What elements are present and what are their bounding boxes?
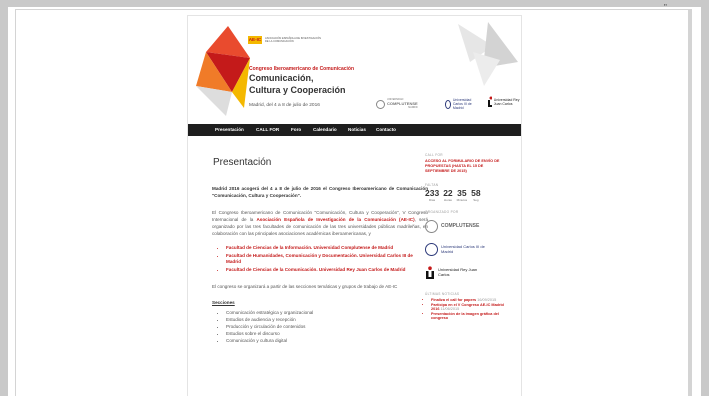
main-nav: Presentación CALL FOR Foro Calendario No… (188, 124, 521, 136)
countdown-label: FALTAN (425, 183, 439, 187)
org-uc3m[interactable]: Universidad Carlos III de Madrid (425, 243, 505, 256)
call-for-label: CALL FOR (425, 153, 443, 157)
sections-intro: El congreso se organizará a partir de la… (212, 284, 398, 289)
org-uc3m-name: Universidad Carlos III de Madrid (441, 244, 485, 254)
countdown: 233 Días 22 Horas 35 Minutos 58 Seg (425, 188, 505, 203)
faculty-link[interactable]: Facultad de Humanidades, Comunicación y … (226, 253, 428, 266)
news-title[interactable]: Finaliza el call for papers (431, 298, 476, 302)
urjc-logo[interactable]: Universidad Rey Juan Carlos (487, 96, 521, 107)
uc3m-name: Universidad Carlos III de Madrid (452, 98, 472, 110)
org-complutense[interactable]: COMPLUTENSE (425, 220, 505, 233)
call-for-link[interactable]: ACCESO AL FORMULARIO DE ENVÍO DE PROPUES… (425, 159, 505, 174)
complutense-seal-icon (425, 220, 438, 233)
list-item: Comunicación y cultura digital (226, 337, 428, 344)
countdown-minutes: 35 Minutos (456, 188, 468, 203)
faculty-link[interactable]: Facultad de Ciencias de la Información. … (226, 245, 428, 252)
countdown-unit: Días (429, 198, 436, 202)
list-item: Producción y circulación de contenidos (226, 323, 428, 330)
news-date: 16/09/2015 (477, 298, 497, 302)
news-item[interactable]: Participa en el V Congreso AE-IC Madrid … (431, 303, 505, 312)
countdown-value: 233 (425, 188, 440, 198)
noticias-label: ÚLTIMAS NOTICIAS (425, 292, 460, 296)
countdown-days: 233 Días (425, 188, 440, 203)
list-item: Comunicación estratégica y organizaciona… (226, 309, 428, 316)
secciones-heading: Secciones (212, 300, 235, 305)
main-content: Presentación Madrid 2016 acogerá del 4 a… (212, 142, 428, 344)
nav-contacto[interactable]: Contacto (376, 127, 396, 132)
complutense-seal-icon (376, 99, 385, 109)
org-complutense-name: COMPLUTENSE (441, 223, 480, 230)
uc3m-seal-icon (445, 99, 451, 109)
web-page: AE-IC ASOCIACIÓN ESPAÑOLA DE INVESTIGACI… (188, 16, 521, 396)
news-title[interactable]: Presentación de la imagen gráfica del co… (431, 312, 499, 321)
countdown-seconds: 58 Seg (471, 188, 481, 203)
page-title: Presentación (213, 157, 272, 168)
sidebar: CALL FOR ACCESO AL FORMULARIO DE ENVÍO D… (425, 153, 505, 321)
lead-paragraph: Madrid 2016 acogerá del 4 a 8 de julio d… (212, 186, 428, 198)
urjc-name: Universidad Rey Juan Carlos (493, 97, 520, 106)
news-list: Finaliza el call for papers 16/09/2015 P… (425, 298, 505, 321)
congress-label: Congreso Iberoamericano de Comunicación (249, 66, 355, 72)
list-item: Estudios sobre el discurso (226, 330, 428, 337)
org-urjc[interactable]: Universidad Rey Juan Carlos (425, 266, 505, 279)
site-header: AE-IC ASOCIACIÓN ESPAÑOLA DE INVESTIGACI… (188, 16, 521, 124)
nav-foro[interactable]: Foro (291, 127, 301, 132)
countdown-unit: Minutos (456, 198, 468, 202)
complutense-city: MADRID (408, 106, 418, 109)
complutense-logo[interactable]: UNIVERSIDAD COMPLUTENSE MADRID (376, 98, 418, 110)
site-title-line2: Cultura y Cooperación (249, 85, 346, 95)
uc3m-logo[interactable]: Universidad Carlos III de Madrid (445, 98, 480, 110)
site-title-line1: Comunicación, (249, 73, 314, 83)
countdown-hours: 22 Horas (443, 188, 453, 203)
countdown-value: 22 (443, 188, 453, 198)
aeic-logo[interactable]: AE-IC (248, 36, 262, 44)
aeic-logo-text: ASOCIACIÓN ESPAÑOLA DE INVESTIGACIÓN DE … (265, 37, 322, 43)
countdown-unit: Seg (473, 198, 479, 202)
faculty-link[interactable]: Facultad de Ciencias de la Comunicación.… (226, 267, 428, 274)
news-item[interactable]: Presentación de la imagen gráfica del co… (431, 312, 505, 321)
list-item: Estudios de audiencia y recepción (226, 316, 428, 323)
news-date: 11/06/2015 (440, 307, 460, 312)
aeic-link[interactable]: Asociación Española de Investigación de … (256, 217, 414, 222)
faculties-list: Facultad de Ciencias de la Información. … (212, 245, 428, 273)
secciones-list: Comunicación estratégica y organizaciona… (212, 309, 428, 344)
nav-call-for[interactable]: CALL FOR (256, 127, 279, 132)
congress-date: Madrid, del 4 a 8 de julio de 2016 (249, 103, 320, 108)
intro-paragraph: El Congreso Iberoamericano de Comunicaci… (212, 209, 428, 237)
nav-noticias[interactable]: Noticias (348, 127, 366, 132)
countdown-value: 58 (471, 188, 481, 198)
organizado-label: ORGANIZADO POR (425, 210, 459, 214)
org-urjc-name: Universidad Rey Juan Carlos (438, 267, 478, 277)
nav-presentacion[interactable]: Presentación (215, 127, 244, 132)
countdown-unit: Horas (443, 198, 452, 202)
urjc-crown-icon (488, 96, 492, 107)
urjc-crown-icon (426, 266, 434, 279)
countdown-value: 35 (457, 188, 467, 198)
corner-mark: " (664, 3, 667, 12)
uc3m-seal-icon (425, 243, 438, 256)
nav-calendario[interactable]: Calendario (313, 127, 337, 132)
